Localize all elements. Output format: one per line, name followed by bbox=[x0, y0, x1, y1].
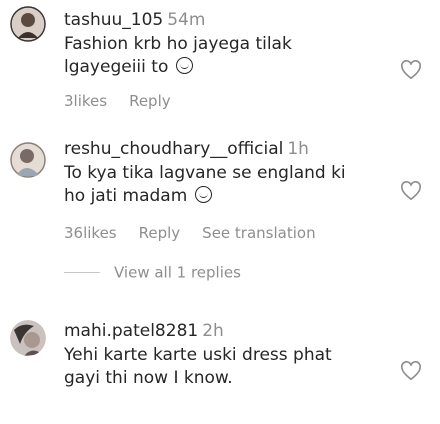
username[interactable]: reshu_choudhary__official bbox=[64, 139, 283, 159]
comment-header: tashuu_105 54m bbox=[64, 9, 384, 31]
avatar[interactable] bbox=[10, 320, 46, 356]
heart-outline-icon[interactable] bbox=[400, 181, 422, 201]
divider bbox=[64, 272, 100, 273]
reply-button[interactable]: Reply bbox=[139, 224, 181, 242]
username[interactable]: tashuu_105 bbox=[64, 10, 163, 30]
avatar[interactable] bbox=[10, 142, 46, 178]
comment-time: 54m bbox=[167, 10, 206, 30]
heart-outline-icon[interactable] bbox=[400, 60, 422, 80]
likes-count[interactable]: 3likes bbox=[64, 92, 107, 110]
comment-text: Fashion krb ho jayega tilak lgayegeiii t… bbox=[64, 34, 292, 77]
likes-count[interactable]: 36likes bbox=[64, 224, 117, 242]
comment-header: mahi.patel8281 2h bbox=[64, 320, 384, 342]
comment-time: 2h bbox=[202, 321, 224, 341]
view-replies-button[interactable]: View all 1 replies bbox=[64, 262, 241, 282]
comment-text: Yehi karte karte uski dress phat gayi th… bbox=[64, 345, 332, 388]
comment-text: To kya tika lagvane se england ki ho jat… bbox=[64, 163, 346, 206]
comment-time: 1h bbox=[287, 139, 309, 159]
heart-outline-icon[interactable] bbox=[400, 361, 422, 381]
avatar[interactable] bbox=[10, 6, 46, 42]
see-translation-button[interactable]: See translation bbox=[202, 224, 315, 242]
comment-actions: 3likes Reply bbox=[64, 91, 384, 111]
username[interactable]: mahi.patel8281 bbox=[64, 321, 198, 341]
reply-button[interactable]: Reply bbox=[129, 92, 171, 110]
smiling-emoji-icon bbox=[194, 186, 212, 203]
smiling-emoji-icon bbox=[175, 57, 193, 74]
comment-actions: 36likes Reply See translation bbox=[64, 223, 384, 243]
comment-header: reshu_choudhary__official 1h bbox=[64, 138, 384, 160]
